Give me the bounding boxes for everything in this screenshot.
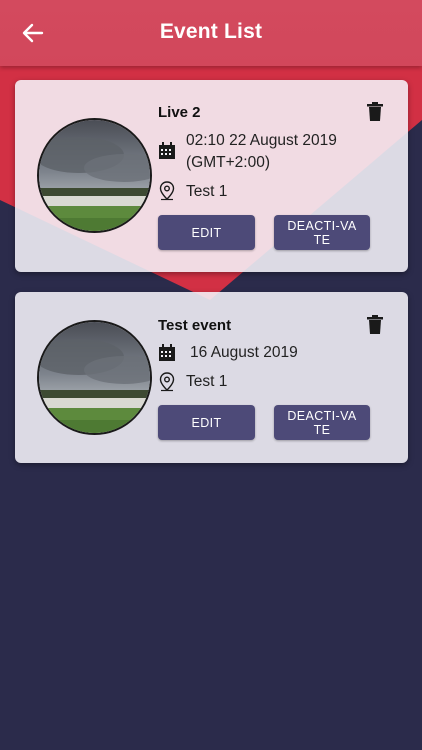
deactivate-button-label: DEACTI-VATE bbox=[287, 218, 357, 247]
event-photo bbox=[37, 118, 152, 233]
edit-button[interactable]: EDIT bbox=[158, 405, 255, 440]
page-title: Event List bbox=[159, 20, 263, 43]
event-card[interactable]: Test event 16 August 2019 Test 1 EDIT DE… bbox=[15, 292, 408, 463]
deactivate-button[interactable]: DEACTI-VATE bbox=[274, 215, 370, 250]
trash-icon[interactable] bbox=[366, 102, 384, 122]
calendar-icon bbox=[159, 142, 175, 159]
calendar-icon bbox=[159, 344, 175, 361]
edit-button[interactable]: EDIT bbox=[158, 215, 255, 250]
trash-icon[interactable] bbox=[366, 315, 384, 335]
event-card[interactable]: Live 2 02:10 22 August 2019 (GMT+2:00) T… bbox=[15, 80, 408, 272]
location-pin-icon bbox=[159, 181, 175, 201]
location-pin-icon bbox=[159, 372, 175, 392]
app-bar: Event List bbox=[0, 0, 422, 66]
event-date: 16 August 2019 bbox=[190, 344, 298, 361]
event-title: Test event bbox=[158, 317, 232, 334]
event-title: Live 2 bbox=[158, 104, 201, 121]
event-location: Test 1 bbox=[186, 373, 228, 390]
deactivate-button-label: DEACTI-VATE bbox=[287, 408, 357, 437]
event-timezone: (GMT+2:00) bbox=[186, 154, 270, 171]
event-location: Test 1 bbox=[186, 183, 228, 200]
event-date: 02:10 22 August 2019 bbox=[186, 132, 337, 149]
event-photo bbox=[37, 320, 152, 435]
deactivate-button[interactable]: DEACTI-VATE bbox=[274, 405, 370, 440]
